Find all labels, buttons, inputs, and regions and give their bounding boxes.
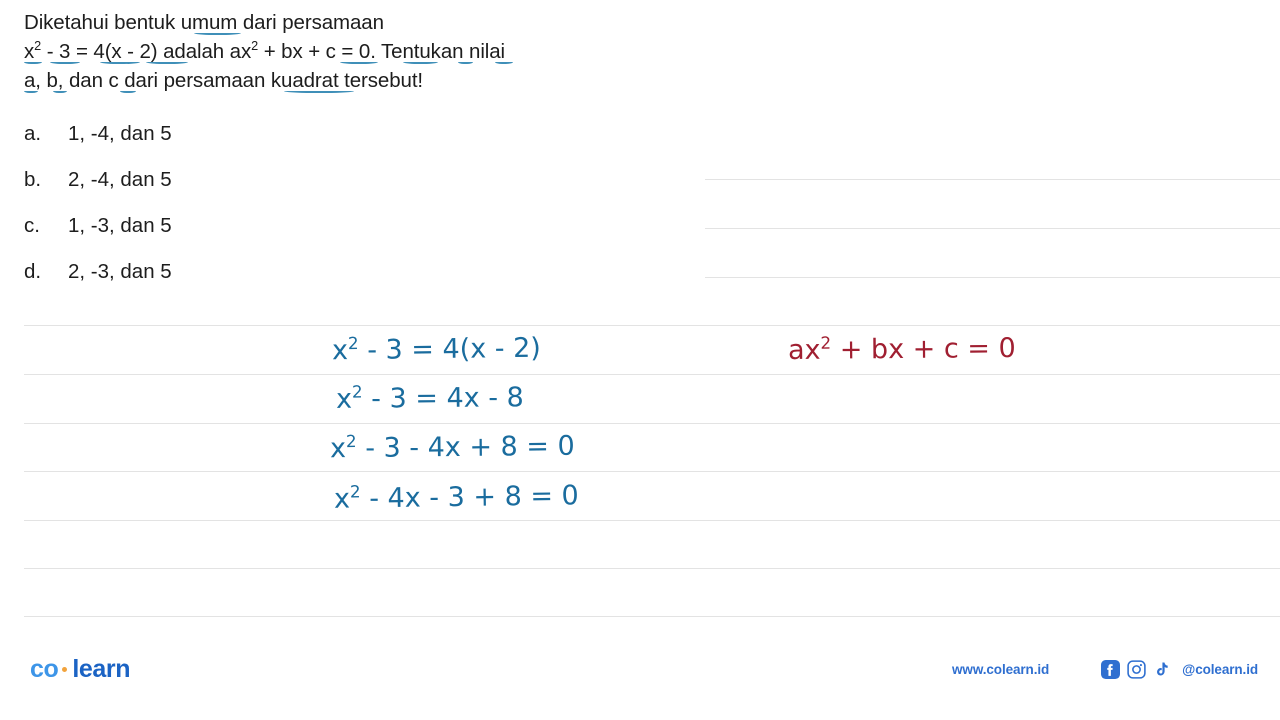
- logo-text-learn: learn: [72, 655, 131, 683]
- rule-line-2: [24, 374, 1280, 375]
- rule-line-6: [24, 568, 1280, 569]
- handwriting-blue-line-2-pre: x: [335, 383, 353, 415]
- answer-options-list: a. 1, -4, dan 5 b. 2, -4, dan 5 c. 1, -3…: [24, 122, 444, 306]
- facebook-icon[interactable]: [1101, 660, 1121, 679]
- option-a[interactable]: a. 1, -4, dan 5: [24, 122, 444, 168]
- handwriting-blue-line-4-pre: x: [333, 483, 351, 515]
- instagram-icon[interactable]: [1127, 660, 1146, 679]
- logo-text-co: co: [30, 655, 59, 683]
- rule-line-1: [24, 325, 1280, 326]
- rule-line-right-3: [705, 277, 1280, 278]
- handwriting-blue-line-1: x2 - 3 = 4(x - 2): [332, 333, 541, 367]
- handwriting-blue-line-3-sup: 2: [345, 431, 357, 452]
- handwriting-red-general-form: ax2 + bx + c = 0: [788, 333, 1016, 366]
- website-url[interactable]: www.colearn.id: [952, 662, 1049, 677]
- question-block: Diketahui bentuk umum dari persamaan x2 …: [24, 8, 724, 95]
- question-line-3: a, b, dan c dari persamaan kuadrat terse…: [24, 66, 724, 95]
- question-line-2-part-a: x: [24, 40, 35, 63]
- handwriting-blue-line-4: x2 - 4x - 3 + 8 = 0: [334, 480, 579, 514]
- footer-divider: [24, 616, 1280, 617]
- option-a-letter: a.: [24, 122, 42, 145]
- handwriting-blue-line-3-pre: x: [329, 433, 347, 465]
- rule-line-right-1: [705, 179, 1280, 180]
- question-line-1-text: Diketahui bentuk umum dari persamaan: [24, 11, 384, 34]
- handwriting-blue-line-3: x2 - 3 - 4x + 8 = 0: [330, 431, 575, 465]
- footer-right-group: www.colearn.id @colearn.id: [952, 660, 1258, 679]
- question-line-2: x2 - 3 = 4(x - 2) adalah ax2 + bx + c = …: [24, 37, 724, 66]
- option-b-text: 2, -4, dan 5: [68, 168, 172, 191]
- option-c-text: 1, -3, dan 5: [68, 214, 172, 237]
- colearn-logo: co learn: [30, 655, 131, 684]
- handwriting-red-sup: 2: [820, 332, 832, 353]
- handwriting-blue-line-2-post: - 3 = 4x - 8: [362, 382, 524, 415]
- handwriting-blue-line-1-pre: x: [331, 335, 349, 367]
- handwriting-blue-line-1-post: - 3 = 4(x - 2): [358, 332, 542, 366]
- rule-line-right-2: [705, 228, 1280, 229]
- rule-line-5: [24, 520, 1280, 521]
- logo-dot-icon: [62, 667, 68, 672]
- footer: co learn www.colearn.id @colearn.id: [0, 655, 1280, 695]
- option-d-letter: d.: [24, 260, 42, 283]
- social-handle[interactable]: @colearn.id: [1182, 662, 1258, 677]
- handwriting-red-pre: ax: [787, 334, 821, 366]
- handwriting-blue-line-2: x2 - 3 = 4x - 8: [336, 382, 524, 415]
- handwriting-blue-line-3-post: - 3 - 4x + 8 = 0: [356, 430, 575, 465]
- rule-line-4: [24, 471, 1280, 472]
- handwriting-blue-line-4-post: - 4x - 3 + 8 = 0: [360, 480, 579, 515]
- handwriting-blue-line-1-sup: 2: [347, 332, 359, 354]
- handwriting-blue-line-4-sup: 2: [349, 481, 361, 502]
- question-line-2-part-b: - 3 = 4(x - 2) adalah ax: [41, 40, 252, 63]
- question-line-3-text: a, b, dan c dari persamaan kuadrat terse…: [24, 69, 424, 92]
- question-line-2-part-c: + bx + c = 0. Tentukan nilai: [258, 40, 505, 63]
- handwriting-red-post: + bx + c = 0: [831, 333, 1016, 366]
- option-c-letter: c.: [24, 214, 40, 237]
- rule-line-3: [24, 423, 1280, 424]
- option-a-text: 1, -4, dan 5: [68, 122, 172, 145]
- question-line-1: Diketahui bentuk umum dari persamaan: [24, 8, 724, 37]
- option-d-text: 2, -3, dan 5: [68, 260, 172, 283]
- option-b-letter: b.: [24, 168, 42, 191]
- option-d[interactable]: d. 2, -3, dan 5: [24, 260, 444, 306]
- handwriting-blue-line-2-sup: 2: [351, 381, 363, 402]
- option-c[interactable]: c. 1, -3, dan 5: [24, 214, 444, 260]
- option-b[interactable]: b. 2, -4, dan 5: [24, 168, 444, 214]
- tiktok-icon[interactable]: [1153, 660, 1170, 679]
